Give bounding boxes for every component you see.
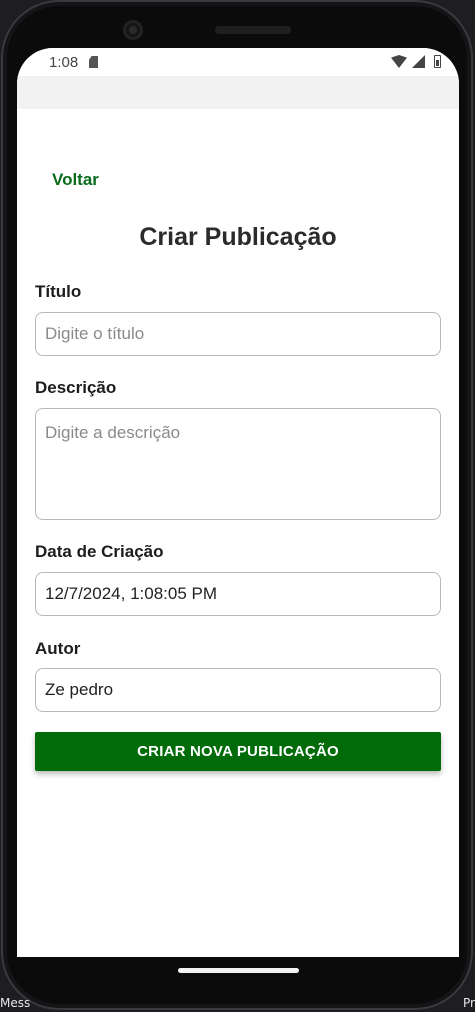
created-date-label: Data de Criação [35,542,164,561]
wifi-icon [391,55,407,68]
earpiece-speaker [215,26,291,34]
backdrop-label-left: Mess [0,996,31,1010]
front-camera [123,20,143,40]
description-label: Descrição [35,378,117,397]
sd-card-icon [89,56,98,68]
created-date-input[interactable] [35,572,441,616]
backdrop-label-right: Pr [463,996,475,1010]
author-input[interactable] [35,668,441,712]
app-screen: 1:08 Voltar Criar Publicação Título Desc… [17,48,459,982]
signal-icon [412,55,425,68]
title-input[interactable] [35,312,441,356]
author-label: Autor [35,639,81,658]
page-title: Criar Publicação [139,223,337,251]
description-input[interactable] [35,408,441,520]
back-link[interactable]: Voltar [52,170,99,190]
status-bar: 1:08 [17,48,459,76]
create-publication-button[interactable]: CRIAR NOVA PUBLICAÇÃO [35,732,441,771]
title-label: Título [35,282,82,301]
battery-icon [434,55,441,68]
home-indicator[interactable] [178,968,299,973]
header-bar [17,76,459,109]
status-time: 1:08 [49,54,79,71]
